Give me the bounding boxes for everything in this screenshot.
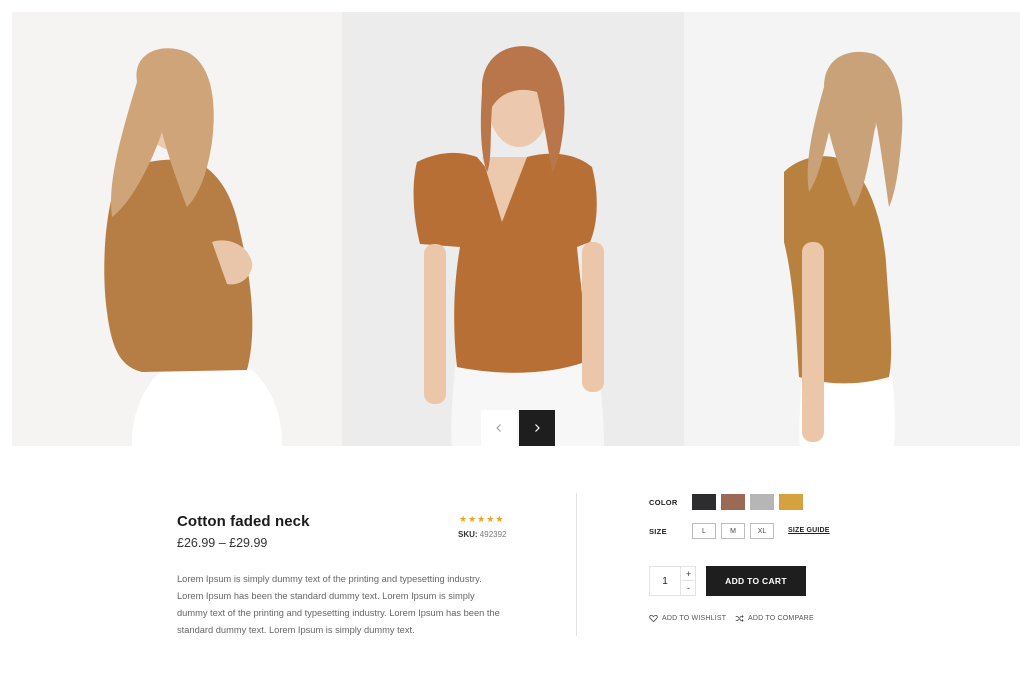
star-icon: ★ bbox=[486, 514, 495, 524]
add-to-cart-button[interactable]: ADD TO CART bbox=[706, 566, 806, 596]
model-photo-front bbox=[413, 46, 604, 446]
model-photo-side bbox=[784, 51, 903, 446]
section-divider bbox=[576, 493, 577, 636]
quantity-stepper: + - bbox=[649, 566, 696, 596]
gallery-image-side-view[interactable] bbox=[684, 12, 1020, 446]
product-sku: SKU: 492392 bbox=[458, 530, 507, 539]
quantity-decrease-button[interactable]: - bbox=[680, 581, 696, 595]
quantity-increase-button[interactable]: + bbox=[680, 567, 696, 581]
gallery-image-back-view[interactable] bbox=[12, 12, 342, 446]
sku-value: 492392 bbox=[479, 530, 507, 539]
star-icon: ★ bbox=[459, 514, 468, 524]
color-label: COLOR bbox=[649, 498, 678, 507]
wishlist-label: ADD TO WISHLIST bbox=[662, 615, 727, 622]
star-icon: ★ bbox=[468, 514, 477, 524]
sku-label: SKU: bbox=[458, 530, 478, 539]
star-icon: ★ bbox=[477, 514, 486, 524]
shuffle-icon bbox=[735, 615, 744, 622]
add-to-wishlist-link[interactable]: ADD TO WISHLIST bbox=[649, 614, 726, 623]
product-title: Cotton faded neck bbox=[177, 513, 310, 530]
add-to-compare-link[interactable]: ADD TO COMPARE bbox=[735, 614, 814, 623]
heart-icon bbox=[649, 614, 658, 623]
compare-label: ADD TO COMPARE bbox=[748, 615, 814, 622]
gallery-next-button[interactable] bbox=[519, 410, 555, 446]
size-option-m[interactable]: M bbox=[721, 523, 745, 539]
size-guide-link[interactable]: SIZE GUIDE bbox=[788, 527, 830, 534]
chevron-right-icon bbox=[535, 424, 540, 432]
product-price: £26.99 – £29.99 bbox=[177, 536, 268, 550]
size-option-xl[interactable]: XL bbox=[750, 523, 774, 539]
size-label: SIZE bbox=[649, 527, 667, 536]
color-swatch-brown[interactable] bbox=[721, 494, 745, 510]
model-photo-back bbox=[104, 48, 282, 446]
chevron-left-icon bbox=[496, 424, 501, 432]
product-rating[interactable]: ★ ★ ★ ★ ★ bbox=[459, 515, 503, 524]
size-option-l[interactable]: L bbox=[692, 523, 716, 539]
product-gallery bbox=[12, 12, 1020, 446]
star-icon: ★ bbox=[495, 514, 504, 524]
quantity-input[interactable] bbox=[650, 567, 680, 595]
product-description: Lorem Ipsum is simply dummy text of the … bbox=[177, 574, 500, 635]
gallery-prev-button[interactable] bbox=[481, 410, 517, 446]
color-swatch-black[interactable] bbox=[692, 494, 716, 510]
color-swatch-grey[interactable] bbox=[750, 494, 774, 510]
color-swatch-mustard[interactable] bbox=[779, 494, 803, 510]
gallery-image-front-view[interactable] bbox=[342, 12, 684, 446]
